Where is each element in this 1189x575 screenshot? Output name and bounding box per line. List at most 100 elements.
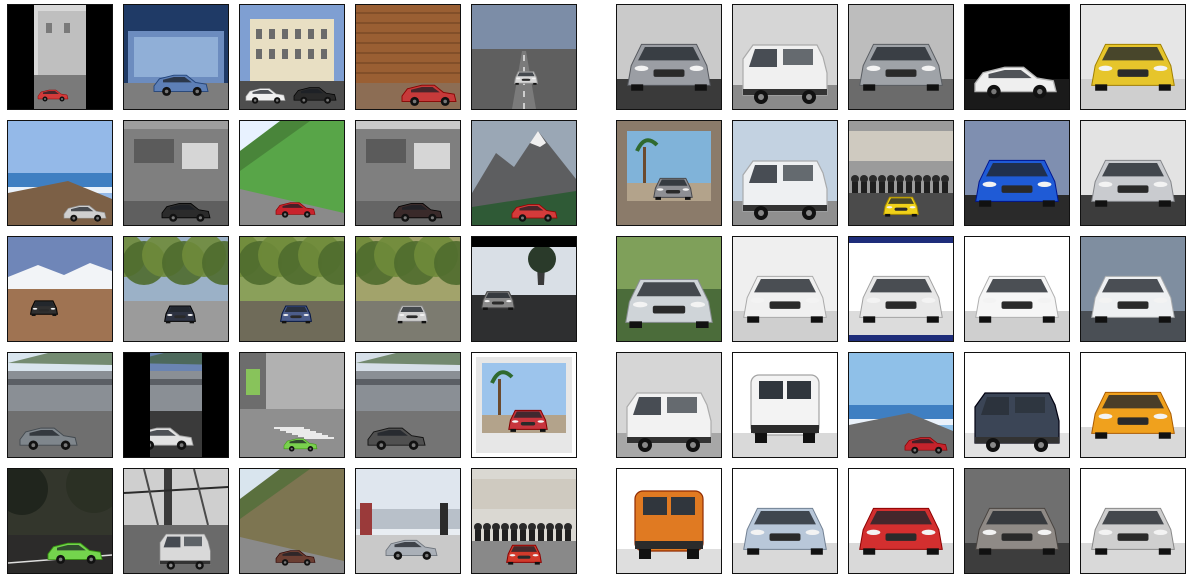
left-image-tile <box>239 468 345 574</box>
car-photo-icon <box>1081 121 1185 225</box>
car-photo-icon <box>356 353 460 457</box>
car-photo-icon <box>617 121 721 225</box>
car-photo-icon <box>1081 5 1185 109</box>
car-photo-icon <box>240 353 344 457</box>
car-photo-icon <box>849 469 953 573</box>
car-photo-icon <box>124 5 228 109</box>
right-image-tile <box>848 120 954 226</box>
left-image-tile <box>355 236 461 342</box>
car-photo-icon <box>1081 469 1185 573</box>
left-image-tile <box>471 468 577 574</box>
left-image-tile <box>471 120 577 226</box>
car-photo-icon <box>356 469 460 573</box>
car-photo-icon <box>849 121 953 225</box>
car-photo-icon <box>356 237 460 341</box>
right-image-tile <box>848 236 954 342</box>
right-image-tile <box>964 236 1070 342</box>
car-photo-icon <box>965 237 1069 341</box>
car-photo-icon <box>8 237 112 341</box>
right-image-tile <box>616 4 722 110</box>
car-photo-icon <box>8 469 112 573</box>
right-image-tile <box>848 352 954 458</box>
car-photo-icon <box>8 353 112 457</box>
car-photo-icon <box>733 353 837 457</box>
right-image-tile <box>732 4 838 110</box>
left-image-tile <box>471 236 577 342</box>
right-image-tile <box>616 236 722 342</box>
left-image-tile <box>239 4 345 110</box>
car-photo-icon <box>617 5 721 109</box>
right-image-tile <box>616 120 722 226</box>
car-photo-icon <box>1081 237 1185 341</box>
car-photo-icon <box>356 5 460 109</box>
right-image-tile <box>848 4 954 110</box>
right-image-tile <box>848 468 954 574</box>
left-image-tile <box>355 468 461 574</box>
right-image-tile <box>732 120 838 226</box>
left-image-tile <box>471 352 577 458</box>
car-photo-icon <box>733 5 837 109</box>
left-image-tile <box>471 4 577 110</box>
right-image-tile <box>616 468 722 574</box>
car-photo-icon <box>617 237 721 341</box>
left-image-tile <box>239 236 345 342</box>
right-image-tile <box>732 352 838 458</box>
car-photo-icon <box>356 121 460 225</box>
right-image-tile <box>616 352 722 458</box>
left-image-tile <box>355 120 461 226</box>
car-photo-icon <box>965 5 1069 109</box>
left-image-tile <box>239 352 345 458</box>
car-photo-icon <box>965 469 1069 573</box>
right-image-tile <box>1080 352 1186 458</box>
right-image-tile <box>1080 468 1186 574</box>
left-image-tile <box>123 4 229 110</box>
car-photo-icon <box>849 353 953 457</box>
car-photo-icon <box>240 121 344 225</box>
car-photo-icon <box>617 469 721 573</box>
left-image-tile <box>355 352 461 458</box>
car-photo-icon <box>472 469 576 573</box>
car-photo-icon <box>733 121 837 225</box>
left-image-tile <box>7 352 113 458</box>
car-photo-icon <box>124 469 228 573</box>
car-photo-icon <box>8 121 112 225</box>
car-photo-icon <box>965 121 1069 225</box>
car-photo-icon <box>240 469 344 573</box>
left-image-tile <box>123 236 229 342</box>
left-image-tile <box>239 120 345 226</box>
car-photo-icon <box>733 469 837 573</box>
car-photo-icon <box>733 237 837 341</box>
car-photo-icon <box>617 353 721 457</box>
car-photo-icon <box>124 121 228 225</box>
right-image-tile <box>732 236 838 342</box>
left-image-tile <box>7 120 113 226</box>
car-photo-icon <box>1081 353 1185 457</box>
car-photo-icon <box>849 237 953 341</box>
right-image-tile <box>964 120 1070 226</box>
left-image-tile <box>355 4 461 110</box>
car-photo-icon <box>472 121 576 225</box>
car-photo-icon <box>472 237 576 341</box>
left-image-tile <box>123 468 229 574</box>
right-image-tile <box>964 352 1070 458</box>
right-image-tile <box>1080 236 1186 342</box>
image-grid-figure <box>0 0 1189 575</box>
car-photo-icon <box>240 5 344 109</box>
right-image-tile <box>1080 120 1186 226</box>
car-photo-icon <box>124 353 228 457</box>
car-photo-icon <box>124 237 228 341</box>
right-image-tile <box>732 468 838 574</box>
car-photo-icon <box>849 5 953 109</box>
right-image-tile <box>1080 4 1186 110</box>
car-photo-icon <box>472 5 576 109</box>
car-photo-icon <box>240 237 344 341</box>
left-image-tile <box>123 352 229 458</box>
car-photo-icon <box>8 5 112 109</box>
left-image-tile <box>7 236 113 342</box>
left-image-tile <box>7 468 113 574</box>
right-image-tile <box>964 468 1070 574</box>
left-image-tile <box>7 4 113 110</box>
car-photo-icon <box>965 353 1069 457</box>
car-photo-icon <box>472 353 576 457</box>
left-image-tile <box>123 120 229 226</box>
